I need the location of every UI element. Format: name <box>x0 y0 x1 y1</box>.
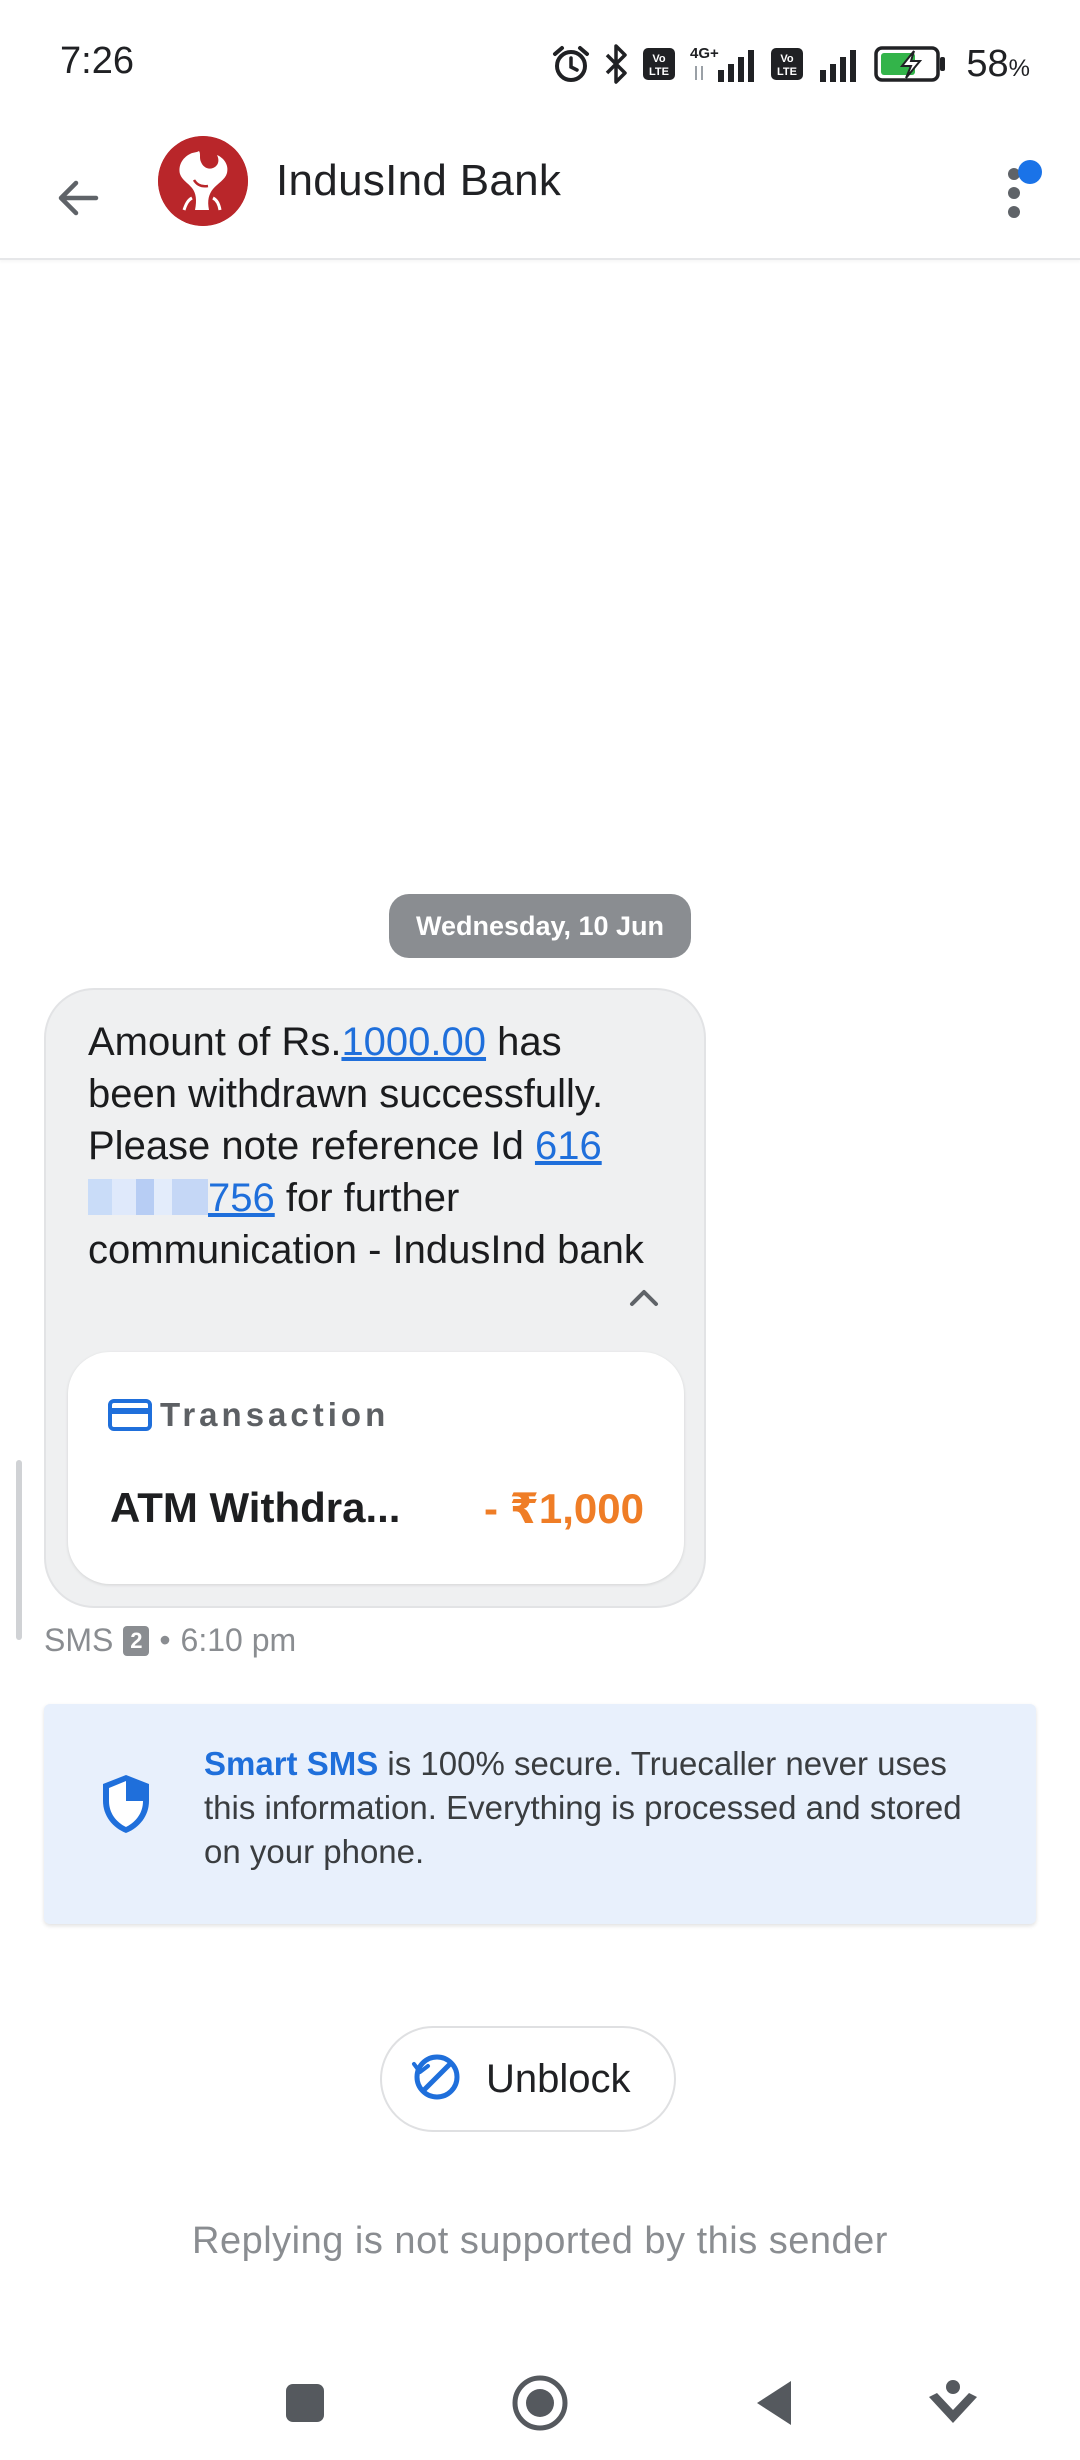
transaction-card[interactable]: Transaction ATM Withdra... - ₹1,000 <box>68 1352 684 1584</box>
amount-link[interactable]: 1000.00 <box>341 1020 486 1064</box>
unblock-label: Unblock <box>486 2056 631 2101</box>
avatar[interactable] <box>158 136 248 226</box>
message-meta: SMS 2 • 6:10 pm <box>44 1622 296 1659</box>
more-options-button[interactable] <box>996 150 1066 230</box>
smart-sms-highlight: Smart SMS <box>204 1745 379 1782</box>
volte-icon: Vo LTE <box>770 47 804 81</box>
indusind-logo-icon <box>158 136 248 226</box>
date-chip: Wednesday, 10 Jun <box>389 894 691 958</box>
status-bar: 7:26 Vo LTE 4G+ Vo LTE 58% <box>0 0 1080 128</box>
recents-button[interactable] <box>270 2368 340 2438</box>
status-time: 7:26 <box>60 40 134 82</box>
chevron-up-icon <box>630 1290 658 1306</box>
back-nav-button[interactable] <box>738 2368 808 2438</box>
more-vertical-icon <box>1008 160 1042 218</box>
svg-text:LTE: LTE <box>649 66 669 78</box>
svg-text:Vo: Vo <box>781 53 795 65</box>
reply-not-supported-note: Replying is not supported by this sender <box>192 2220 888 2262</box>
transaction-amount: - ₹1,000 <box>484 1485 644 1532</box>
meta-separator: • <box>159 1622 171 1658</box>
message-time: 6:10 pm <box>180 1622 297 1658</box>
alarm-icon <box>550 43 592 85</box>
collapse-button[interactable] <box>622 1282 666 1314</box>
info-text: Smart SMS is 100% secure. Truecaller nev… <box>204 1745 962 1870</box>
redacted-block <box>88 1179 208 1215</box>
home-button[interactable] <box>505 2368 575 2438</box>
svg-text:4G+: 4G+ <box>690 45 719 62</box>
svg-text:LTE: LTE <box>777 66 797 78</box>
battery-percent: 58% <box>966 42 1030 85</box>
battery-charging-icon <box>874 45 948 83</box>
status-icons: Vo LTE 4G+ Vo LTE 58% <box>550 36 1030 92</box>
sim-badge: 2 <box>123 1625 150 1656</box>
svg-text:Vo: Vo <box>653 53 667 65</box>
notification-dot <box>1018 160 1042 184</box>
recents-icon <box>286 2384 324 2422</box>
message-text: Amount of Rs.1000.00 has been withdrawn … <box>88 1020 644 1272</box>
arrow-left-icon <box>58 180 99 216</box>
signal-icon <box>816 44 862 84</box>
signal-icon: 4G+ <box>688 44 758 84</box>
bluetooth-icon <box>604 43 630 85</box>
assistant-icon <box>929 2380 977 2423</box>
unblock-icon <box>410 2050 464 2109</box>
home-icon <box>512 2375 568 2431</box>
credit-card-icon <box>108 1398 152 1437</box>
back-icon <box>757 2381 791 2425</box>
message-channel: SMS <box>44 1622 114 1658</box>
smart-sms-info-card: Smart SMS is 100% secure. Truecaller nev… <box>44 1704 1036 1924</box>
app-bar: IndusInd Bank <box>0 128 1080 260</box>
message-bubble[interactable]: Amount of Rs.1000.00 has been withdrawn … <box>44 988 706 1608</box>
sender-title: IndusInd Bank <box>276 156 562 205</box>
unblock-button[interactable]: Unblock <box>380 2026 676 2132</box>
shield-icon <box>98 1772 154 1841</box>
scrollbar[interactable] <box>16 1460 22 1640</box>
transaction-description: ATM Withdra... <box>110 1484 401 1531</box>
volte-icon: Vo LTE <box>642 47 676 81</box>
system-nav-bar <box>0 2340 1080 2460</box>
assistant-button[interactable] <box>918 2368 988 2438</box>
back-button[interactable] <box>40 160 116 236</box>
transaction-label: Transaction <box>160 1396 390 1433</box>
